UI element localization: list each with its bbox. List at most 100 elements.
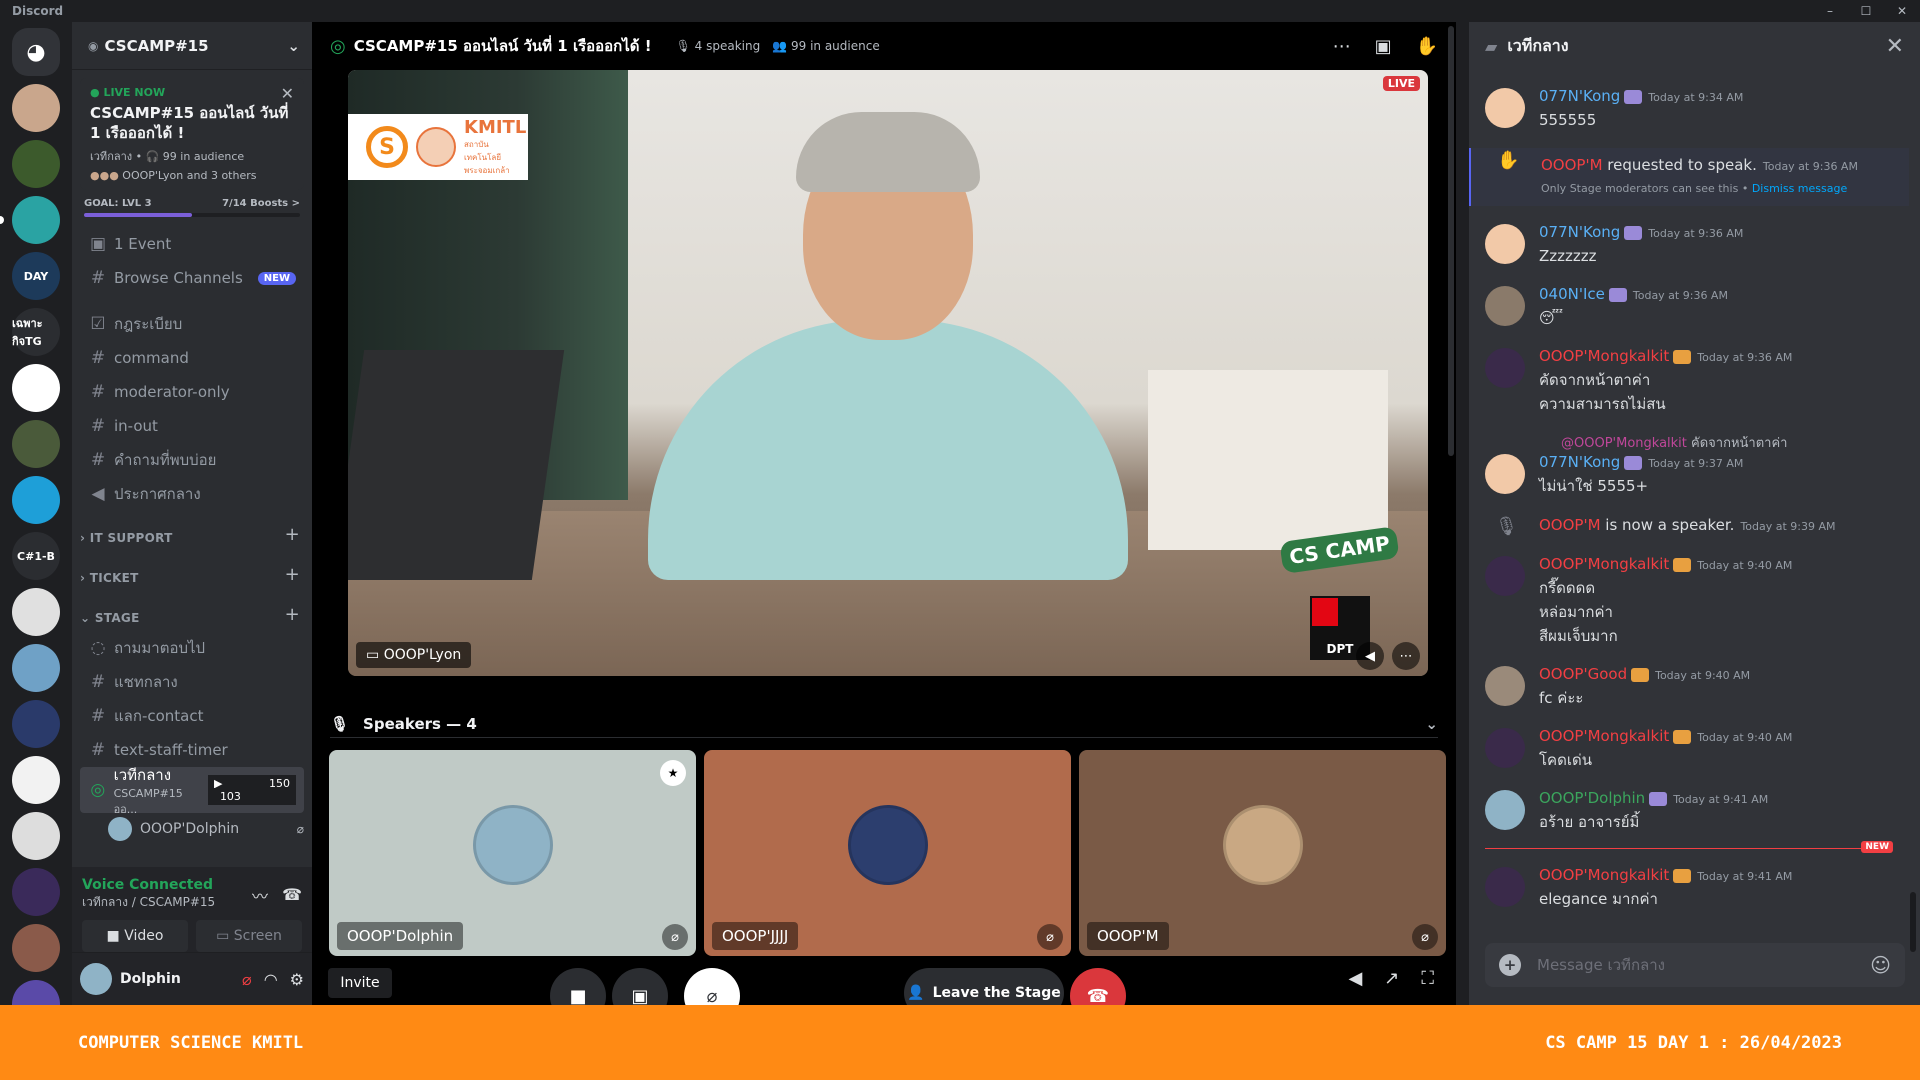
channel-item[interactable]: ▣ 1 Event <box>80 227 304 261</box>
close-icon[interactable]: ✕ <box>1886 34 1904 59</box>
dismiss-message-link[interactable]: Dismiss message <box>1752 182 1847 195</box>
minimize-icon[interactable]: – <box>1812 0 1848 22</box>
add-channel-icon[interactable]: + <box>285 524 300 545</box>
message-author[interactable]: OOOP'Mongkalkit <box>1539 727 1669 745</box>
channel-item[interactable]: # Browse Channels NEW <box>80 261 304 295</box>
channel-item[interactable]: # แลก-contact <box>80 699 304 733</box>
chat-message[interactable]: 040N'Ice Today at 9:36 AM 😴 <box>1469 284 1909 330</box>
add-channel-icon[interactable]: + <box>285 604 300 625</box>
gear-icon[interactable]: ⚙ <box>290 970 304 989</box>
screen-share-button[interactable]: ▭ Screen <box>196 920 302 952</box>
channel-item[interactable]: # command <box>80 341 304 375</box>
fullscreen-icon[interactable]: ⛶ <box>1421 968 1434 989</box>
speaker-tile[interactable]: OOOP'JJJJ ⌀ <box>704 750 1071 956</box>
boost-goal[interactable]: GOAL: LVL 3 7/14 Boosts > <box>84 198 300 209</box>
channel-item[interactable]: # moderator-only <box>80 375 304 409</box>
voice-status[interactable]: Voice Connected <box>82 877 215 893</box>
server-icon[interactable] <box>12 84 60 132</box>
channel-item[interactable]: # คำถามที่พบบ่อย <box>80 443 304 477</box>
server-icon[interactable]: C#1-B <box>12 532 60 580</box>
close-icon[interactable]: ✕ <box>281 84 294 103</box>
system-actor[interactable]: OOOP'M <box>1539 516 1601 534</box>
chat-message[interactable]: OOOP'Dolphin Today at 9:41 AM อร้าย อาจารย… <box>1469 788 1909 834</box>
message-author[interactable]: OOOP'Good <box>1539 665 1627 683</box>
server-icon[interactable] <box>12 588 60 636</box>
avatar[interactable] <box>1485 224 1525 264</box>
popout-icon[interactable]: ↗ <box>1384 968 1399 989</box>
voice-user-item[interactable]: OOOP'Dolphin ⌀ <box>108 815 304 843</box>
avatar[interactable] <box>1485 728 1525 768</box>
home-button[interactable]: ◕ <box>12 28 60 76</box>
server-icon[interactable] <box>12 756 60 804</box>
channel-item[interactable]: ◌ ถามมาตอบไป <box>80 631 304 665</box>
message-author[interactable]: 077N'Kong <box>1539 453 1620 471</box>
noise-suppression-icon[interactable]: 〰 <box>252 883 268 907</box>
category-it-support[interactable]: › IT SUPPORT + <box>72 511 312 551</box>
server-icon[interactable]: เฉพาะกิจTG <box>12 308 60 356</box>
avatar[interactable] <box>1485 666 1525 706</box>
channel-item[interactable]: ☑ กฎระเบียบ <box>80 307 304 341</box>
volume-icon[interactable]: ◀ <box>1356 642 1384 670</box>
message-author[interactable]: OOOP'Mongkalkit <box>1539 347 1669 365</box>
channel-item-active-stage[interactable]: ◎ เวทีกลาง CSCAMP#15 ออ... ▶ 103 150 <box>80 766 304 816</box>
message-author[interactable]: OOOP'Dolphin <box>1539 789 1645 807</box>
avatar[interactable] <box>1485 88 1525 128</box>
server-icon[interactable] <box>12 476 60 524</box>
chat-message[interactable]: OOOP'Mongkalkit Today at 9:40 AM โคดเด่น <box>1469 726 1909 772</box>
message-input[interactable]: Message เวทีกลาง <box>1537 953 1665 977</box>
system-actor[interactable]: OOOP'M <box>1541 156 1603 174</box>
server-icon[interactable] <box>12 644 60 692</box>
user-name[interactable]: Dolphin <box>120 971 181 987</box>
chat-message[interactable]: 077N'Kong Today at 9:34 AM 555555 <box>1469 86 1909 132</box>
server-icon[interactable] <box>12 980 60 1005</box>
voice-location[interactable]: เวทีกลาง / CSCAMP#15 <box>82 893 215 912</box>
headphones-icon[interactable]: ◠ <box>264 970 278 989</box>
category-stage[interactable]: ⌄ STAGE + <box>72 591 312 631</box>
speaker-tile[interactable]: OOOP'M ⌀ <box>1079 750 1446 956</box>
avatar[interactable] <box>1485 454 1525 494</box>
server-icon[interactable] <box>12 420 60 468</box>
message-author[interactable]: OOOP'Mongkalkit <box>1539 555 1669 573</box>
message-author[interactable]: 077N'Kong <box>1539 223 1620 241</box>
message-list[interactable]: 077N'Kong Today at 9:34 AM 555555 ✋ OOOP'M r… <box>1469 70 1909 960</box>
stage-scrollbar[interactable] <box>1448 26 1454 456</box>
avatar[interactable] <box>1485 790 1525 830</box>
chat-message[interactable]: 077N'Kong Today at 9:37 AM ไม่น่าใช่ 5555+ <box>1469 452 1909 498</box>
avatar[interactable] <box>1485 348 1525 388</box>
chat-scrollbar[interactable] <box>1910 892 1916 952</box>
emoji-icon[interactable]: ☺ <box>1870 953 1891 977</box>
video-more-icon[interactable]: ⋯ <box>1392 642 1420 670</box>
mic-icon[interactable]: ⌀ <box>242 970 252 989</box>
reply-preview[interactable]: @OOOP'Mongkalkit คัดจากหน้าตาค่า <box>1469 432 1909 451</box>
server-icon[interactable] <box>12 924 60 972</box>
popout-icon[interactable]: ▣ <box>1375 36 1392 57</box>
add-channel-icon[interactable]: + <box>285 564 300 585</box>
live-stage-card[interactable]: ● LIVE NOW CSCAMP#15 ออนไลน์ วันที่ 1 เร… <box>80 78 304 190</box>
chevron-down-icon[interactable]: ⌄ <box>1425 715 1438 733</box>
invite-button[interactable]: Invite <box>328 968 392 998</box>
disconnect-icon[interactable]: ☎ <box>282 885 302 904</box>
raise-hand-icon[interactable]: ✋ <box>1416 36 1438 57</box>
close-window-icon[interactable]: ✕ <box>1884 0 1920 22</box>
message-author[interactable]: OOOP'Mongkalkit <box>1539 866 1669 884</box>
chat-message[interactable]: OOOP'Mongkalkit Today at 9:40 AM กรี๊ดดดดห… <box>1469 554 1909 648</box>
server-icon[interactable]: DAY <box>12 252 60 300</box>
volume-icon[interactable]: ◀ <box>1348 968 1362 989</box>
speaker-tile[interactable]: OOOP'Dolphin ⌀ ★ <box>329 750 696 956</box>
server-icon[interactable] <box>12 812 60 860</box>
avatar[interactable] <box>1485 556 1525 596</box>
message-author[interactable]: 040N'Ice <box>1539 285 1605 303</box>
chat-message[interactable]: OOOP'Good Today at 9:40 AM fc ค่ะะ <box>1469 664 1909 710</box>
message-author[interactable]: 077N'Kong <box>1539 87 1620 105</box>
channel-item[interactable]: ◀ ประกาศกลาง <box>80 477 304 511</box>
video-button[interactable]: ■ Video <box>82 920 188 952</box>
category-ticket[interactable]: › TICKET + <box>72 551 312 591</box>
stream-video[interactable]: S KMITL สถาบันเทคโนโลยี พระจอมเกล้า CS C… <box>348 70 1428 676</box>
server-icon[interactable] <box>12 364 60 412</box>
server-icon[interactable] <box>12 868 60 916</box>
speakers-header[interactable]: 🎙 Speakers — 4 ⌄ <box>330 710 1438 738</box>
chat-message[interactable]: OOOP'Mongkalkit Today at 9:41 AM elegance … <box>1469 865 1909 911</box>
server-header[interactable]: ◉ CSCAMP#15 ⌄ <box>72 22 312 70</box>
avatar[interactable] <box>1485 867 1525 907</box>
server-icon[interactable] <box>12 700 60 748</box>
